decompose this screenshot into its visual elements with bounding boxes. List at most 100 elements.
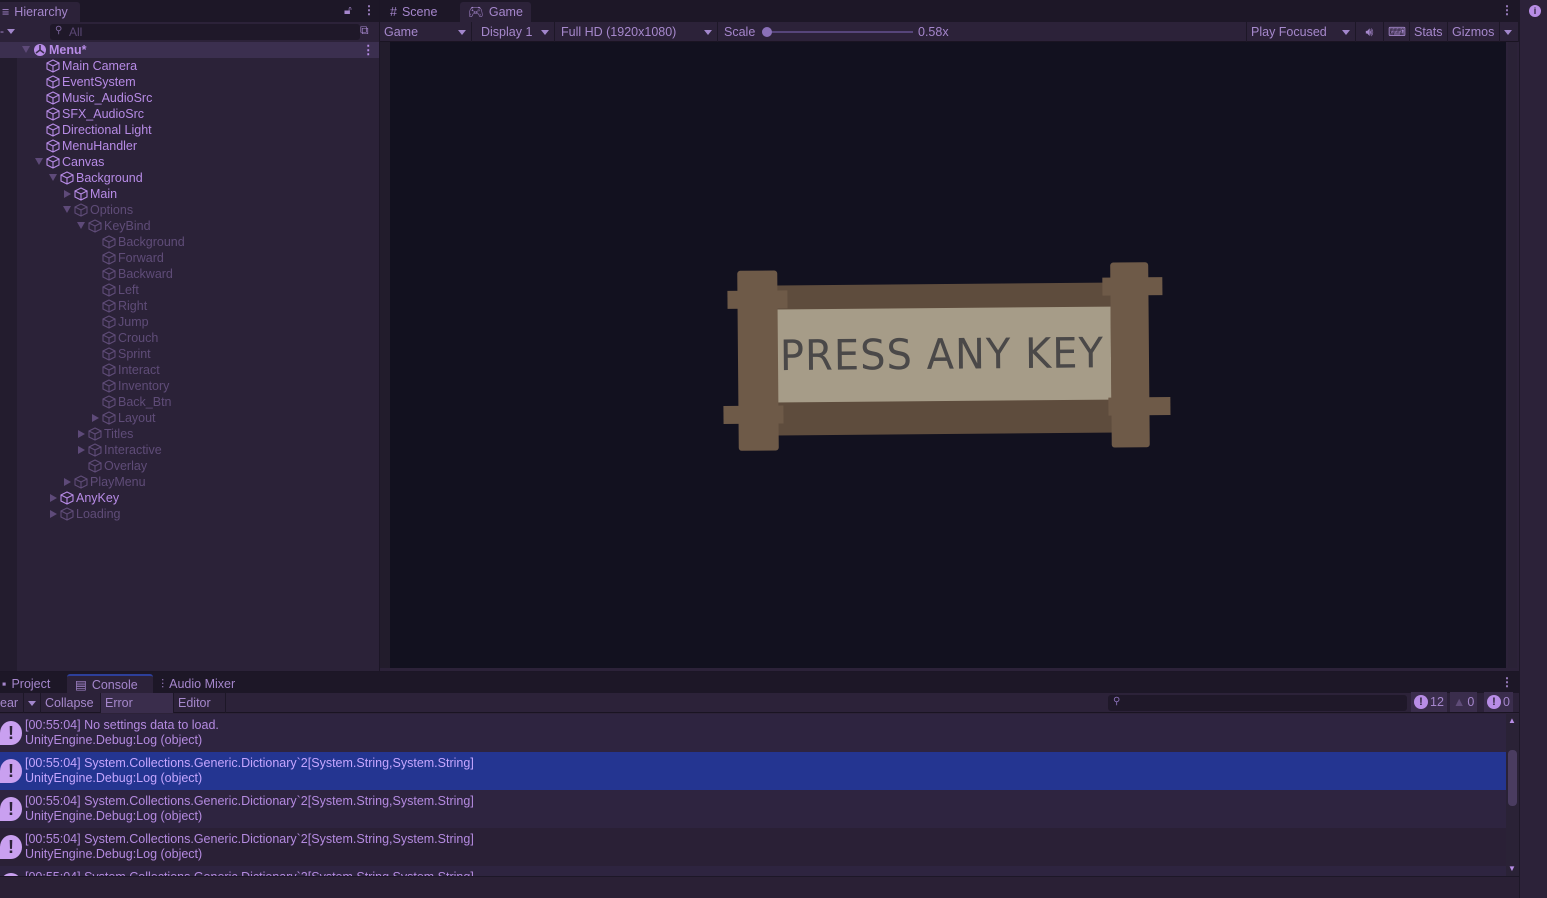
console-log-entry[interactable]: ![00:55:04] System.Collections.Generic.D… — [0, 866, 1506, 876]
gameobject-cube-icon — [88, 443, 102, 457]
expanded-arrow-icon[interactable] — [49, 174, 57, 181]
collapsed-arrow-icon[interactable] — [78, 430, 85, 438]
hierarchy-item-label: KeyBind — [104, 219, 151, 233]
hierarchy-item[interactable]: Inventory — [17, 378, 379, 394]
hierarchy-item[interactable]: Canvas — [17, 154, 379, 170]
play-mode-dropdown[interactable]: Play Focused — [1246, 22, 1356, 42]
gizmos-dropdown[interactable] — [1500, 22, 1519, 42]
search-input[interactable]: ⚲ All — [50, 24, 360, 40]
info-count-toggle[interactable]: ! 12 — [1411, 692, 1447, 712]
hierarchy-item[interactable]: Titles — [17, 426, 379, 442]
collapse-button[interactable]: Collapse — [41, 693, 101, 713]
collapsed-arrow-icon[interactable] — [50, 510, 57, 518]
console-scrollbar[interactable]: ▲ ▼ — [1506, 714, 1519, 876]
collapsed-arrow-icon[interactable] — [64, 190, 71, 198]
hierarchy-gutter — [0, 42, 17, 671]
collapsed-arrow-icon[interactable] — [50, 494, 57, 502]
expanded-arrow-icon[interactable] — [35, 158, 43, 165]
mode-dropdown[interactable]: Game — [380, 22, 472, 42]
game-view-scrollbar[interactable] — [1508, 42, 1517, 668]
expanded-arrow-icon[interactable] — [63, 206, 71, 213]
gameobject-cube-icon — [102, 331, 116, 345]
expanded-arrow-icon[interactable] — [22, 46, 30, 53]
slider-handle[interactable] — [762, 27, 772, 37]
hierarchy-item[interactable]: Overlay — [17, 458, 379, 474]
console-log-entry[interactable]: ![00:55:04] System.Collections.Generic.D… — [0, 828, 1506, 866]
tab-hierarchy[interactable]: ≡ Hierarchy — [0, 2, 80, 22]
add-dropdown[interactable]: - — [0, 24, 16, 38]
info-icon[interactable]: i — [1529, 5, 1541, 17]
scale-slider[interactable] — [762, 27, 913, 37]
hierarchy-item[interactable]: PlayMenu — [17, 474, 379, 490]
scroll-down-icon[interactable]: ▼ — [1508, 864, 1516, 873]
hierarchy-item-label: Crouch — [118, 331, 159, 345]
hierarchy-item[interactable]: Interactive — [17, 442, 379, 458]
error-pause-button[interactable]: Error Pause — [101, 693, 174, 730]
collapsed-arrow-icon[interactable] — [92, 414, 99, 422]
hierarchy-item[interactable]: Crouch — [17, 330, 379, 346]
tab-game[interactable]: 🎮︎ Game — [460, 2, 531, 22]
more-icon[interactable]: ⋮ — [1501, 675, 1513, 689]
display-dropdown[interactable]: Display 1 — [477, 22, 555, 42]
hierarchy-item[interactable]: Left — [17, 282, 379, 298]
console-log-entry[interactable]: ![00:55:04] System.Collections.Generic.D… — [0, 790, 1506, 828]
gizmos-button[interactable]: Gizmos — [1448, 22, 1500, 42]
clear-button[interactable]: ear — [0, 693, 24, 713]
tab-label: Scene — [401, 5, 438, 19]
tab-project[interactable]: ▪ Project — [0, 674, 58, 694]
hierarchy-item[interactable]: KeyBind — [17, 218, 379, 234]
hierarchy-item[interactable]: Options — [17, 202, 379, 218]
hierarchy-item[interactable]: AnyKey — [17, 490, 379, 506]
gameobject-cube-icon — [102, 363, 116, 377]
hierarchy-item-label: Interactive — [104, 443, 162, 457]
error-count-toggle[interactable]: ! 0 — [1484, 692, 1513, 712]
collapsed-arrow-icon[interactable] — [78, 446, 85, 454]
hierarchy-item[interactable]: Forward — [17, 250, 379, 266]
hierarchy-item[interactable]: Backward — [17, 266, 379, 282]
scene-visibility-icon[interactable]: ⧉ — [360, 23, 369, 38]
gameobject-cube-icon — [74, 187, 88, 201]
editor-dropdown[interactable]: Editor — [174, 693, 226, 727]
hierarchy-item[interactable]: MenuHandler — [17, 138, 379, 154]
hierarchy-item[interactable]: Main — [17, 186, 379, 202]
warning-count-toggle[interactable]: ▲ 0 — [1450, 692, 1478, 712]
clear-options-dropdown[interactable] — [24, 693, 41, 713]
console-search-input[interactable]: ⚲ — [1108, 695, 1407, 711]
hierarchy-item[interactable]: Interact — [17, 362, 379, 378]
hierarchy-item[interactable]: Loading — [17, 506, 379, 522]
tab-scene[interactable]: # Scene — [382, 2, 445, 22]
hierarchy-item[interactable]: Background — [17, 234, 379, 250]
hierarchy-item-label: Back_Btn — [118, 395, 172, 409]
mixer-icon: ⫶ — [161, 677, 165, 691]
keyboard-shortcuts-icon[interactable]: ⌨ — [1384, 22, 1410, 42]
hierarchy-item[interactable]: Music_AudioSrc — [17, 90, 379, 106]
collapsed-arrow-icon[interactable] — [64, 478, 71, 486]
console-log-entry[interactable]: ![00:55:04] System.Collections.Generic.D… — [0, 752, 1506, 790]
hierarchy-item[interactable]: Back_Btn — [17, 394, 379, 410]
scrollbar-thumb[interactable] — [1508, 750, 1517, 806]
expanded-arrow-icon[interactable] — [77, 222, 85, 229]
hierarchy-item[interactable]: Layout — [17, 410, 379, 426]
hierarchy-item[interactable]: Jump — [17, 314, 379, 330]
more-icon[interactable]: ⋮ — [362, 42, 375, 58]
console-log-entry[interactable]: ! [00:55:04] No settings data to load. Uni… — [0, 714, 1506, 752]
more-icon[interactable]: ⋮ — [1501, 3, 1513, 17]
hierarchy-item[interactable]: ⋮ Menu* — [17, 42, 379, 58]
scroll-up-icon[interactable]: ▲ — [1508, 716, 1516, 725]
hierarchy-item[interactable]: Background — [17, 170, 379, 186]
tab-audio-mixer[interactable]: ⫶ Audio Mixer — [153, 674, 243, 694]
hierarchy-item[interactable]: EventSystem — [17, 74, 379, 90]
more-icon[interactable]: ⋮ — [363, 3, 375, 17]
hierarchy-item[interactable]: SFX_AudioSrc — [17, 106, 379, 122]
tab-console[interactable]: ▤ Console — [67, 674, 153, 694]
hierarchy-item[interactable]: Sprint — [17, 346, 379, 362]
resolution-dropdown[interactable]: Full HD (1920x1080) — [557, 22, 718, 42]
game-view[interactable]: PRESS ANY KEY — [390, 42, 1506, 668]
stats-button[interactable]: Stats — [1410, 22, 1448, 42]
mute-audio-icon[interactable]: 🔊︎ — [1356, 22, 1384, 42]
hierarchy-item[interactable]: Main Camera — [17, 58, 379, 74]
log-text: [00:55:04] System.Collections.Generic.Di… — [25, 756, 474, 786]
hierarchy-item[interactable]: Right — [17, 298, 379, 314]
lock-icon[interactable]: 🔓︎ — [344, 3, 352, 18]
hierarchy-item[interactable]: Directional Light — [17, 122, 379, 138]
